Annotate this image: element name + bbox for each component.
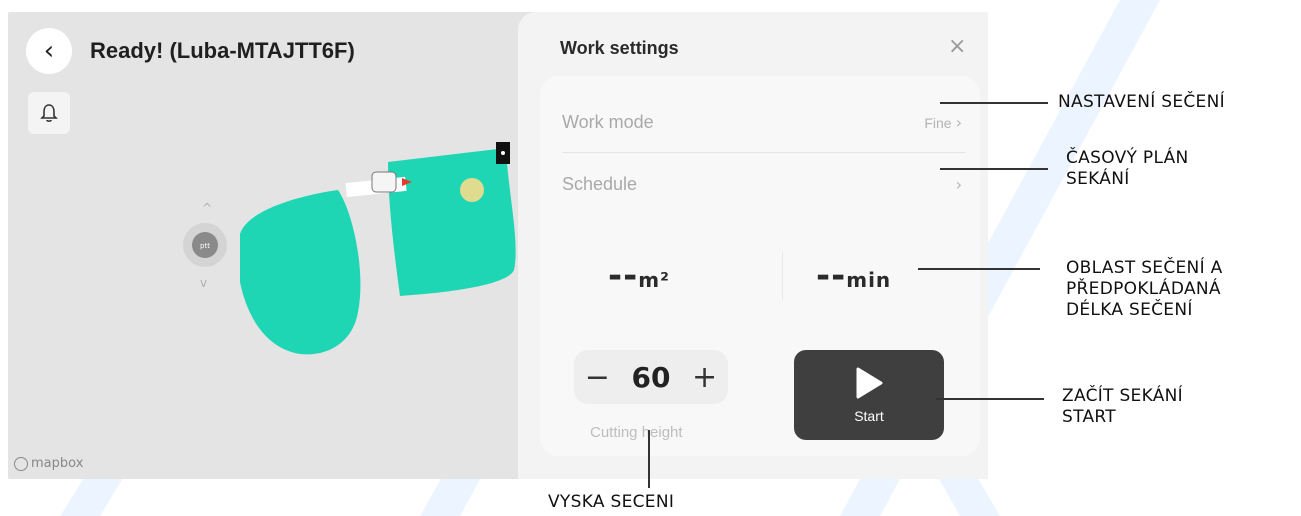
annotation-start: ZAČÍT SEKÁNÍ START bbox=[1062, 386, 1183, 427]
time-stat: --min bbox=[816, 256, 891, 296]
work-mode-row[interactable]: Work mode Fine › bbox=[562, 94, 962, 150]
chevron-right-icon: › bbox=[955, 112, 962, 132]
callout-line-area bbox=[918, 268, 1040, 270]
app-window: ^ ptt v ‹ Ready! (Luba-MTAJTT6F) mapbox … bbox=[8, 12, 988, 479]
work-mode-value: Fine bbox=[924, 114, 952, 131]
annotation-work-mode: NASTAVENÍ SEČENÍ bbox=[1058, 92, 1225, 112]
joystick-down-icon: v bbox=[200, 276, 207, 290]
area-stat: --m² bbox=[608, 256, 670, 296]
area-value: -- bbox=[608, 256, 639, 296]
mapbox-attribution[interactable]: mapbox bbox=[14, 456, 83, 471]
chevron-right-icon: › bbox=[955, 174, 962, 194]
time-unit: min bbox=[846, 268, 892, 292]
joystick-label: ptt bbox=[200, 242, 210, 250]
schedule-row[interactable]: Schedule › bbox=[562, 156, 962, 212]
area-unit: m² bbox=[638, 268, 670, 292]
mapbox-logo-icon bbox=[14, 456, 28, 471]
start-label: Start bbox=[854, 408, 884, 424]
cutting-height-label: Cutting height bbox=[590, 424, 683, 441]
callout-line-cutting-height bbox=[648, 430, 650, 488]
play-icon bbox=[856, 367, 883, 399]
mowing-zone-left bbox=[240, 190, 361, 355]
annotation-area-time: OBLAST SEČENÍ A PŘEDPOKLÁDANÁ DÉLKA SEČE… bbox=[1066, 258, 1223, 320]
back-button[interactable]: ‹ bbox=[26, 28, 72, 74]
annotation-cutting-height: VYSKA SECENI bbox=[548, 492, 675, 512]
annotation-schedule: ČASOVÝ PLÁN SEKÁNÍ bbox=[1066, 148, 1189, 189]
start-button[interactable]: Start bbox=[794, 350, 944, 440]
schedule-label: Schedule bbox=[562, 173, 638, 194]
divider bbox=[562, 152, 966, 153]
close-icon[interactable]: × bbox=[948, 34, 966, 59]
chevron-left-icon: ‹ bbox=[43, 36, 55, 66]
work-mode-label: Work mode bbox=[562, 111, 654, 132]
cutting-height-value: 60 bbox=[631, 360, 671, 394]
joystick-up-icon: ^ bbox=[202, 201, 212, 215]
callout-line-start bbox=[936, 398, 1044, 400]
settings-card: Work mode Fine› Schedule › --m² --min − bbox=[540, 76, 980, 456]
mower-icon bbox=[371, 171, 397, 193]
notification-button[interactable] bbox=[28, 92, 70, 134]
work-settings-panel: Work settings × Work mode Fine › Schedule… bbox=[518, 12, 988, 479]
bell-icon bbox=[40, 104, 58, 122]
stat-divider bbox=[782, 252, 783, 300]
increase-button[interactable]: + bbox=[692, 360, 717, 395]
time-value: -- bbox=[816, 256, 847, 296]
cutting-height-stepper: − 60 + bbox=[574, 350, 728, 404]
mowing-zone-right bbox=[388, 148, 516, 296]
status-title: Ready! (Luba-MTAJTT6F) bbox=[90, 38, 355, 63]
callout-line-schedule bbox=[940, 168, 1048, 170]
decrease-button[interactable]: − bbox=[585, 360, 610, 395]
panel-title: Work settings bbox=[560, 38, 679, 58]
map-view[interactable]: ^ ptt v bbox=[8, 12, 528, 479]
obstacle-marker bbox=[460, 178, 484, 202]
callout-line-work-mode bbox=[940, 102, 1048, 104]
